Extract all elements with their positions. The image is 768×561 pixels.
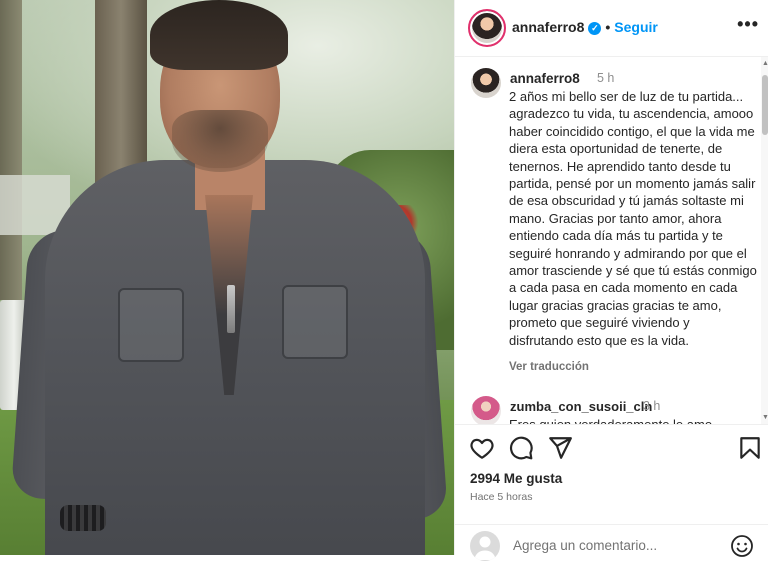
comment-time[interactable]: 3 h (643, 399, 660, 413)
post-actions: 2994 Me gusta Hace 5 horas (455, 424, 768, 561)
likes-count[interactable]: 2994 Me gusta (470, 471, 562, 486)
current-user-avatar (470, 531, 500, 561)
caption-username[interactable]: annaferro8 (510, 71, 580, 86)
comments-list[interactable]: annaferro8 5 h 2 años mi bello ser de lu… (455, 57, 761, 424)
scrollbar-thumb[interactable] (762, 75, 768, 135)
author-line: annaferro8 ✓ • Seguir (512, 19, 658, 35)
man-beard (172, 110, 268, 172)
author-avatar[interactable] (468, 9, 506, 47)
palm-trunk (0, 0, 22, 300)
verified-badge-icon: ✓ (588, 22, 602, 35)
post-side-panel: annaferro8 ✓ • Seguir ••• annaferro8 5 h 2 … (454, 0, 768, 561)
commenter-username[interactable]: zumba_con_susoii_cln (510, 399, 652, 414)
share-icon[interactable] (547, 435, 573, 461)
shirt-pocket (282, 285, 348, 359)
bookmark-icon[interactable] (737, 435, 763, 461)
post-header: annaferro8 ✓ • Seguir ••• (455, 0, 768, 57)
author-username[interactable]: annaferro8 (512, 19, 584, 35)
shirt-pocket (118, 288, 184, 362)
heart-icon[interactable] (469, 435, 495, 461)
post-timestamp[interactable]: Hace 5 horas (470, 491, 532, 503)
more-options-icon[interactable]: ••• (737, 14, 759, 35)
commenter-avatar[interactable] (471, 396, 501, 424)
post-photo[interactable] (0, 0, 454, 555)
necklace-pendant (227, 285, 235, 333)
emoji-icon[interactable] (730, 534, 754, 558)
beaded-bracelet (60, 505, 106, 531)
separator-dot: • (605, 19, 611, 35)
comment-icon[interactable] (508, 435, 534, 461)
follow-button[interactable]: Seguir (614, 19, 658, 35)
scroll-down-arrow-icon[interactable]: ▼ (762, 414, 768, 421)
caption-text: 2 años mi bello ser de luz de tu partida… (509, 89, 757, 348)
add-comment-bar (455, 524, 768, 561)
comment-input[interactable] (513, 538, 723, 553)
scroll-up-arrow-icon[interactable]: ▲ (762, 60, 768, 67)
caption-time[interactable]: 5 h (597, 71, 614, 85)
see-translation-link[interactable]: Ver traducción (509, 361, 589, 373)
comments-scrollbar[interactable]: ▲ ▼ (761, 57, 768, 424)
caption-avatar[interactable] (471, 68, 501, 98)
comment-text: Eres quien verdaderamente le amo (509, 416, 759, 424)
man-hair (150, 0, 288, 70)
